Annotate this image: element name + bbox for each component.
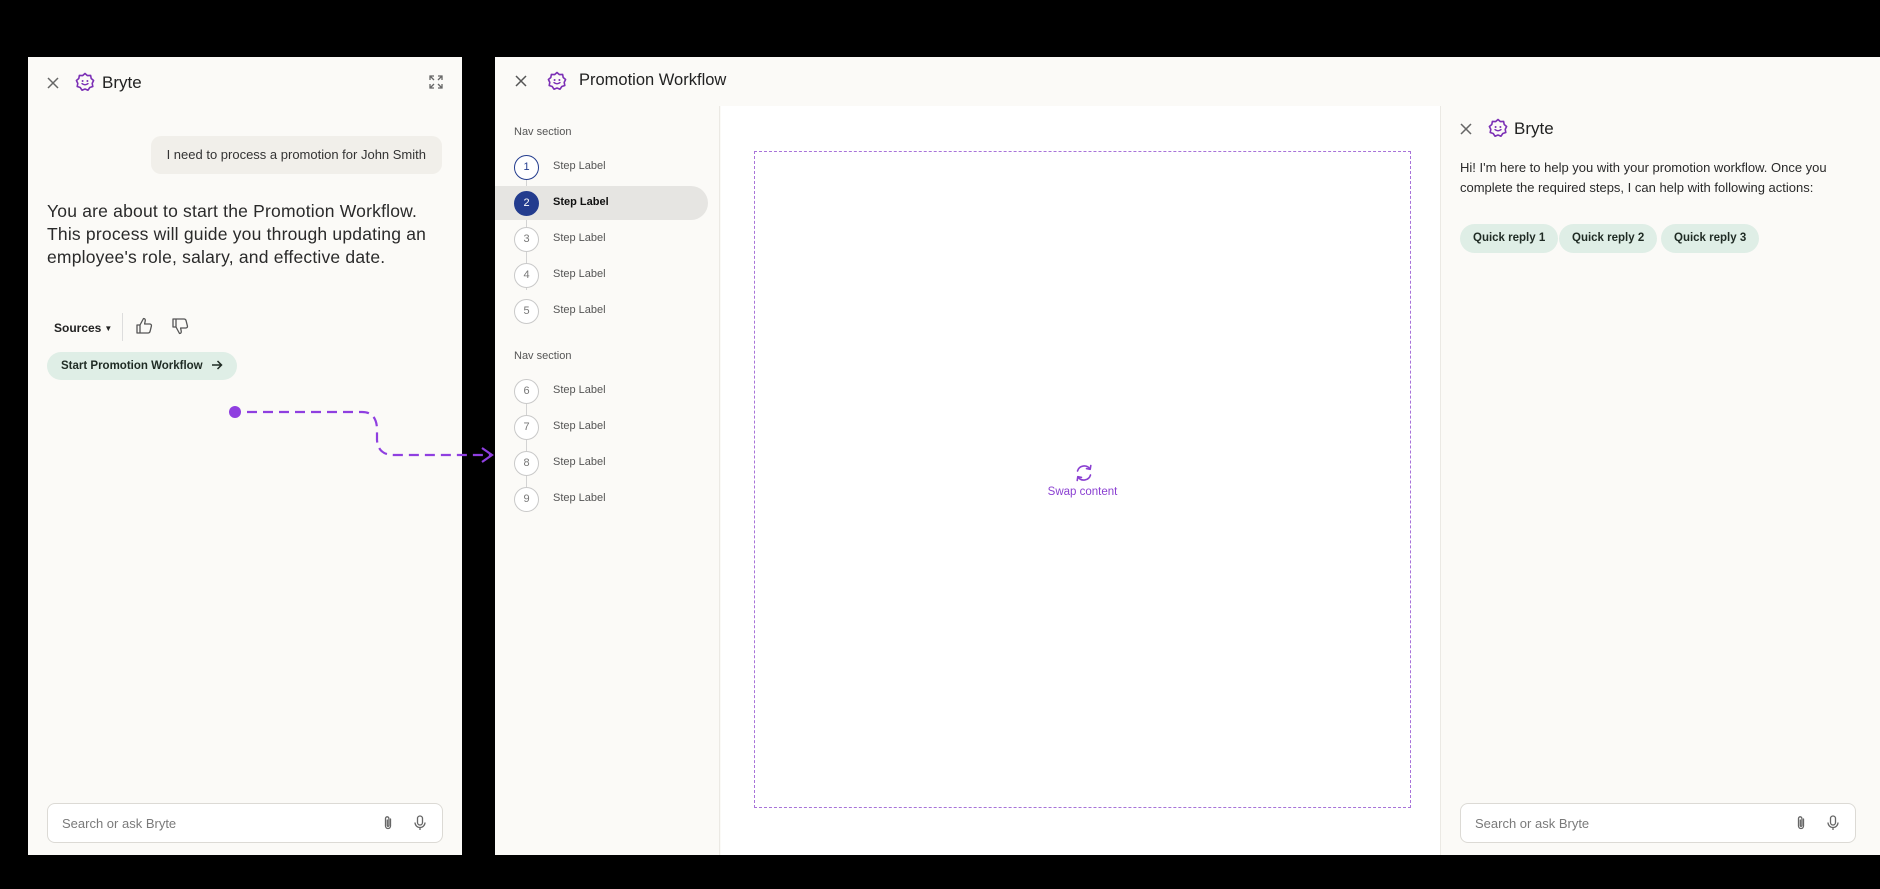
nav-step-2[interactable]: 2 Step Label [495, 186, 708, 220]
swap-content-placeholder[interactable]: Swap content [754, 151, 1411, 808]
nav-section-title: Nav section [514, 126, 572, 138]
search-input[interactable] [62, 804, 372, 842]
assistant-message: You are about to start the Promotion Wor… [47, 201, 427, 267]
arrow-right-icon [211, 354, 223, 382]
assistant-search-input[interactable] [1475, 804, 1785, 842]
refresh-icon [1073, 462, 1095, 484]
step-label: Step Label [553, 384, 606, 396]
thumbs-up-icon[interactable] [134, 316, 154, 338]
assistant-panel: Bryte Hi! I'm here to help you with your… [1440, 106, 1880, 855]
step-label: Step Label [553, 196, 609, 208]
user-message: I need to process a promotion for John S… [150, 136, 442, 174]
paperclip-icon[interactable] [1792, 814, 1810, 832]
nav-step-1[interactable]: 1 Step Label [495, 150, 708, 184]
step-label: Step Label [553, 492, 606, 504]
swap-content-label: Swap content [1047, 486, 1118, 498]
chat-search-bar [47, 803, 443, 843]
nav-step-6[interactable]: 6 Step Label [495, 374, 708, 408]
step-number: 3 [514, 227, 539, 252]
step-label: Step Label [553, 420, 606, 432]
step-label: Step Label [553, 232, 606, 244]
assistant-close-icon[interactable] [1458, 121, 1474, 137]
microphone-icon[interactable] [411, 814, 429, 832]
bryte-logo-icon [547, 71, 567, 91]
expand-icon[interactable] [428, 74, 444, 90]
chat-panel: Bryte I need to process a promotion for … [28, 57, 462, 855]
start-workflow-label: Start Promotion Workflow [61, 360, 203, 372]
close-icon[interactable] [45, 75, 61, 91]
workflow-title: Promotion Workflow [579, 71, 727, 89]
nav-step-8[interactable]: 8 Step Label [495, 446, 708, 480]
nav-step-9[interactable]: 9 Step Label [495, 482, 708, 516]
chat-header: Bryte [28, 57, 462, 107]
step-number: 7 [514, 415, 539, 440]
workflow-nav: Nav section 1 Step Label 2 Step Label 3 … [495, 106, 720, 855]
step-label: Step Label [553, 456, 606, 468]
caret-down-icon: ▼ [104, 324, 113, 333]
quick-reply-1[interactable]: Quick reply 1 [1460, 224, 1559, 253]
step-number: 5 [514, 299, 539, 324]
step-number: 4 [514, 263, 539, 288]
step-label: Step Label [553, 268, 606, 280]
nav-step-3[interactable]: 3 Step Label [495, 222, 708, 256]
sources-label: Sources [54, 321, 102, 335]
sources-button[interactable]: Sources ▼ [48, 315, 118, 341]
workflow-close-icon[interactable] [513, 73, 529, 89]
bryte-logo-icon [1488, 118, 1508, 138]
quick-reply-3[interactable]: Quick reply 3 [1661, 224, 1760, 253]
thumbs-down-icon[interactable] [170, 316, 190, 338]
nav-step-7[interactable]: 7 Step Label [495, 410, 708, 444]
step-number: 2 [514, 191, 539, 216]
step-number: 6 [514, 379, 539, 404]
brand-name: Bryte [102, 73, 142, 92]
nav-section-title: Nav section [514, 350, 572, 362]
assistant-brand-name: Bryte [1514, 119, 1554, 138]
bryte-logo-icon [75, 72, 95, 92]
workflow-panel: Promotion Workflow Nav section 1 Step La… [495, 57, 1880, 855]
assistant-message: Hi! I'm here to help you with your promo… [1460, 160, 1827, 195]
nav-step-5[interactable]: 5 Step Label [495, 294, 708, 328]
step-number: 8 [514, 451, 539, 476]
step-number: 1 [514, 155, 539, 180]
assistant-search-bar [1460, 803, 1856, 843]
step-label: Step Label [553, 160, 606, 172]
workflow-content: Swap content [721, 106, 1440, 855]
quick-reply-2[interactable]: Quick reply 2 [1559, 224, 1658, 253]
nav-step-4[interactable]: 4 Step Label [495, 258, 708, 292]
step-number: 9 [514, 487, 539, 512]
divider [122, 313, 123, 341]
paperclip-icon[interactable] [379, 814, 397, 832]
start-workflow-button[interactable]: Start Promotion Workflow [47, 352, 237, 380]
microphone-icon[interactable] [1824, 814, 1842, 832]
step-label: Step Label [553, 304, 606, 316]
